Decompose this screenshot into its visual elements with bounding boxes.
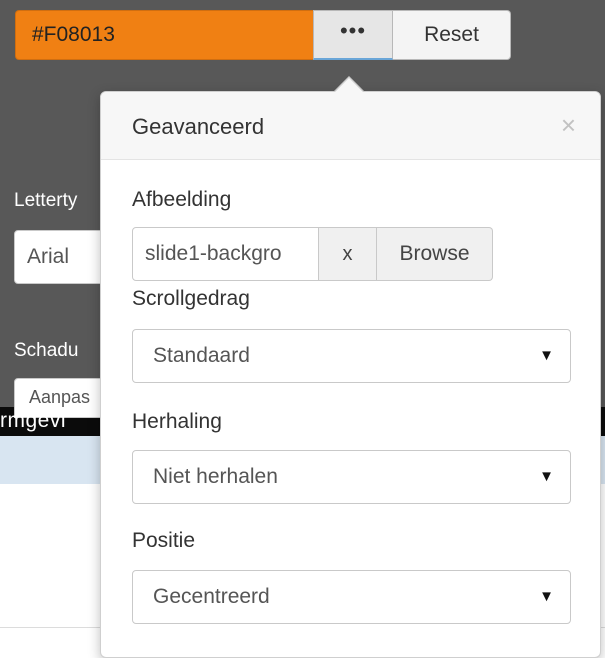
advanced-options-button[interactable]: •••	[313, 10, 393, 60]
image-path-input[interactable]: slide1-backgro	[132, 227, 319, 281]
clear-image-button[interactable]: x	[319, 227, 377, 281]
caret-down-icon: ▼	[539, 347, 554, 364]
scroll-behavior-label: Scrollgedrag	[132, 287, 250, 310]
browse-button[interactable]: Browse	[377, 227, 493, 281]
advanced-popover: Geavanceerd × Afbeelding slide1-backgro …	[100, 91, 601, 658]
scroll-behavior-select[interactable]: Standaard ▼	[132, 329, 571, 383]
section-title: rmgevi	[0, 409, 67, 432]
position-label: Positie	[132, 529, 196, 552]
image-label: Afbeelding	[132, 188, 232, 211]
caret-down-icon: ▼	[539, 468, 554, 485]
color-hex-input[interactable]: #F08013	[15, 10, 313, 60]
repeat-value: Niet herhalen	[153, 465, 278, 488]
repeat-label: Herhaling	[132, 410, 222, 433]
popover-arrow-fill	[334, 78, 364, 93]
reset-button[interactable]: Reset	[393, 10, 511, 60]
close-icon[interactable]: ×	[561, 110, 576, 141]
repeat-select[interactable]: Niet herhalen ▼	[132, 450, 571, 504]
position-select[interactable]: Gecentreerd ▼	[132, 570, 571, 624]
caret-down-icon: ▼	[539, 588, 554, 605]
position-value: Gecentreerd	[153, 585, 270, 608]
popover-header: Geavanceerd ×	[101, 92, 600, 160]
font-label: Letterty	[14, 190, 78, 211]
shadow-label: Schadu	[14, 340, 79, 361]
scroll-behavior-value: Standaard	[153, 344, 250, 367]
popover-title: Geavanceerd	[132, 114, 265, 139]
